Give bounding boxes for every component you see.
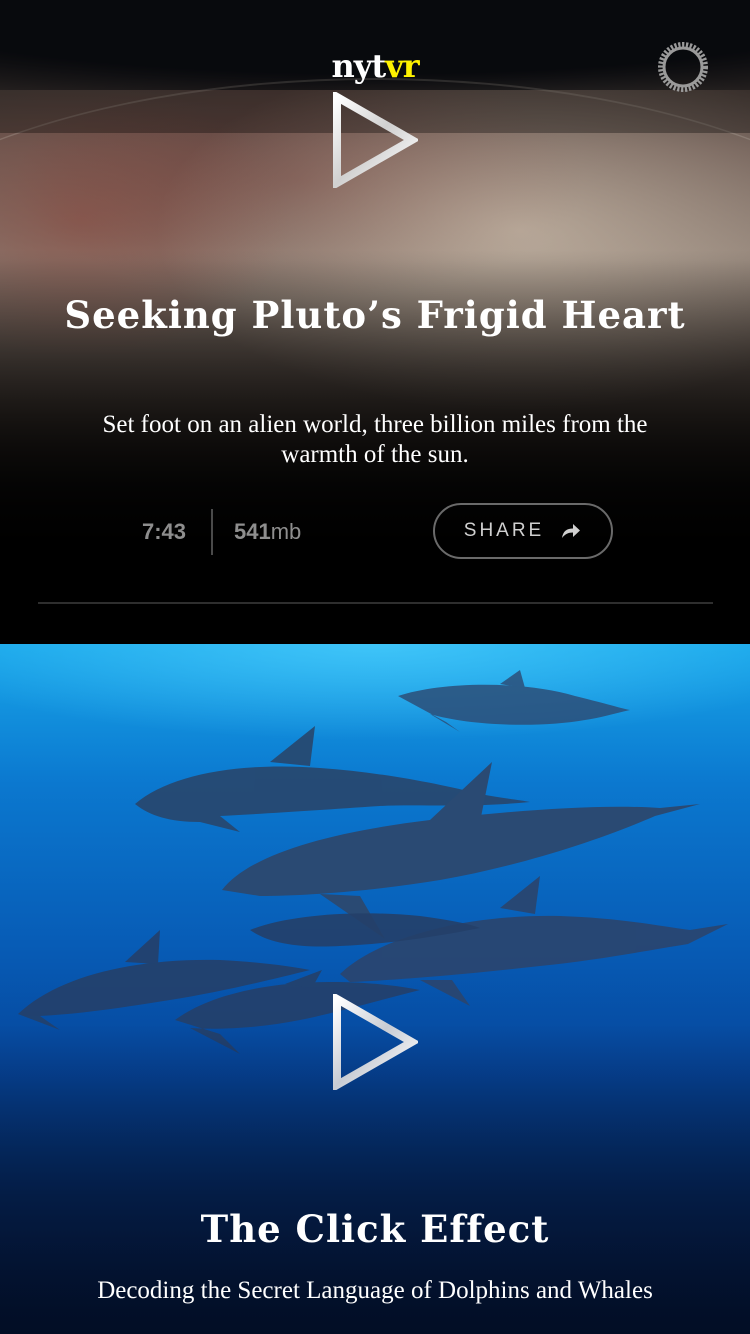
video-card-pluto[interactable]: nytvr Seeking Pluto’s Frigid Heart Set f… [0,0,750,644]
video-duration: 7:43 [142,519,187,544]
logo-vr: vr [385,47,419,85]
size-value: 541 [234,519,271,544]
share-label: SHARE [463,520,545,541]
gear-icon[interactable] [654,38,712,96]
app-logo: nytvr [0,46,750,86]
card-divider [38,602,713,604]
video-description: Set foot on an alien world, three billio… [102,411,648,468]
play-icon[interactable] [332,92,418,188]
share-button[interactable]: SHARE [433,503,613,559]
video-size: 541mb [234,519,301,545]
video-meta: 7:43 541mb SHARE [0,503,750,559]
share-arrow-icon [562,524,581,538]
meta-divider [211,509,213,555]
video-title[interactable]: The Click Effect [60,1206,690,1252]
logo-nyt: nyt [331,47,386,85]
size-unit: mb [270,519,302,544]
video-description: Decoding the Secret Language of Dolphins… [97,1277,653,1304]
video-title[interactable]: Seeking Pluto’s Frigid Heart [60,292,690,338]
play-icon[interactable] [332,994,418,1090]
